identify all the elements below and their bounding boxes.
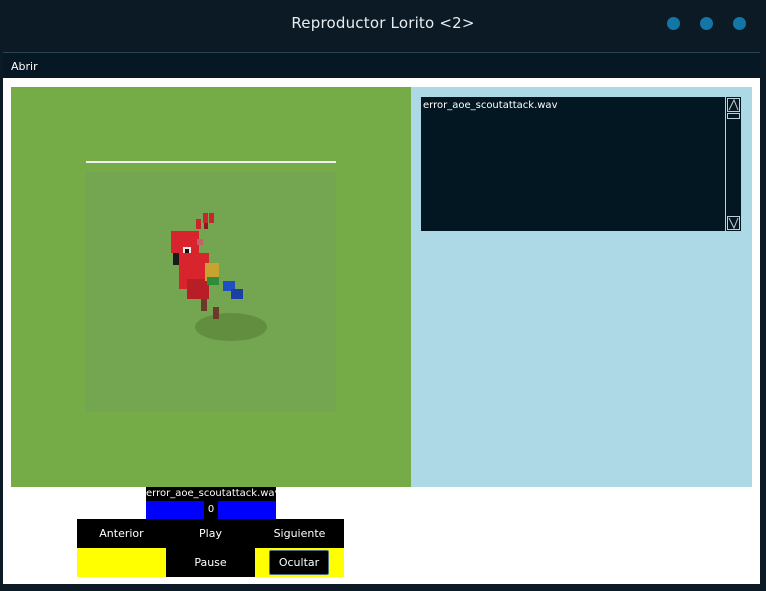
playback-controls: Anterior Play Siguiente Pause Ocultar <box>77 519 344 577</box>
window-title: Reproductor Lorito <2> <box>291 14 475 32</box>
menu-bar: Abrir <box>3 52 760 79</box>
main-content: error_aoe_scoutattack.wav error_aoe_scou… <box>3 78 760 584</box>
playlist-item[interactable]: error_aoe_scoutattack.wav <box>423 100 557 111</box>
video-area <box>11 87 411 487</box>
maximize-icon[interactable] <box>700 17 713 30</box>
hide-button[interactable]: Ocultar <box>269 550 329 575</box>
progress-bar[interactable]: 0 <box>146 501 276 519</box>
pause-button[interactable]: Pause <box>166 548 255 577</box>
chevron-down-icon <box>728 217 739 229</box>
minimize-icon[interactable] <box>667 17 680 30</box>
scroll-thumb[interactable] <box>727 113 740 119</box>
window-bottom-edge <box>0 584 766 591</box>
empty-control-slot <box>77 548 166 577</box>
playlist-pane: error_aoe_scoutattack.wav <box>411 87 752 487</box>
next-button[interactable]: Siguiente <box>255 519 344 548</box>
chevron-up-icon <box>728 99 739 111</box>
scroll-down-button[interactable] <box>727 216 740 230</box>
now-playing-filename: error_aoe_scoutattack.wav <box>146 487 281 501</box>
parrot-image <box>171 213 267 341</box>
close-icon[interactable] <box>733 17 746 30</box>
hide-button-container: Ocultar <box>255 548 344 577</box>
play-button[interactable]: Play <box>166 519 255 548</box>
playlist-scrollbar[interactable] <box>725 97 741 231</box>
previous-button[interactable]: Anterior <box>77 519 166 548</box>
track-counter: 0 <box>204 501 218 519</box>
menu-open[interactable]: Abrir <box>11 60 38 73</box>
scroll-up-button[interactable] <box>727 98 740 112</box>
playlist[interactable]: error_aoe_scoutattack.wav <box>421 97 741 231</box>
title-bar: Reproductor Lorito <2> <box>0 0 766 48</box>
